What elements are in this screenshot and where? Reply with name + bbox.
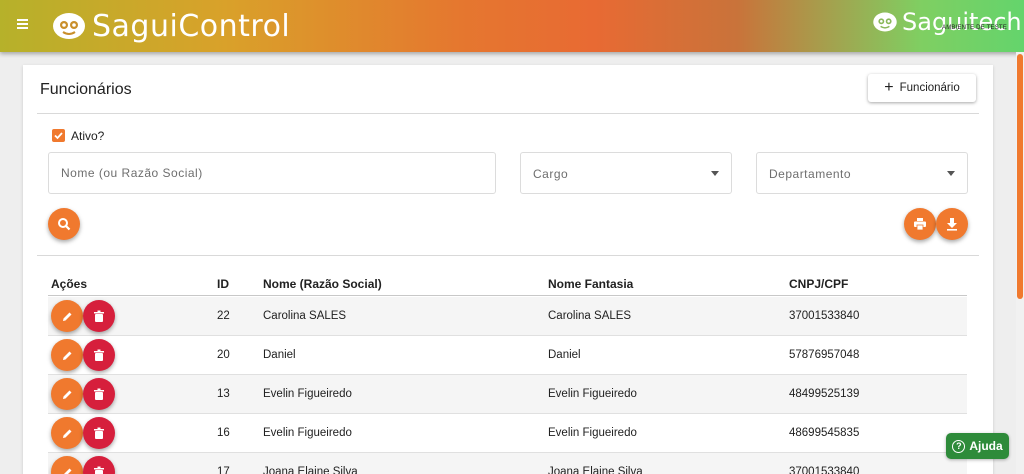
- cell-id: 17: [217, 466, 230, 474]
- add-employee-button[interactable]: + Funcionário: [868, 74, 976, 102]
- dropdown-arrow-icon: [711, 171, 719, 176]
- cell-cnpj: 37001533840: [789, 466, 860, 474]
- pencil-icon: [62, 429, 71, 438]
- table-header-divider: [48, 295, 967, 296]
- trash-icon: [94, 349, 104, 361]
- top-app-bar: SaguiControl Saguitech AMBIENTE DE TESTE: [0, 0, 1024, 52]
- cell-nome: Joana Elaine Silva: [263, 466, 358, 474]
- name-field[interactable]: [48, 152, 496, 194]
- pencil-icon: [62, 312, 71, 321]
- cell-nome: Evelin Figueiredo: [263, 388, 352, 400]
- cell-cnpj: 48699545835: [789, 427, 860, 439]
- help-label: Ajuda: [969, 439, 1003, 453]
- menu-icon[interactable]: [14, 17, 32, 35]
- trash-icon: [94, 427, 104, 439]
- table-row[interactable]: 17 Joana Elaine Silva Joana Elaine Silva…: [48, 453, 967, 474]
- help-button[interactable]: ? Ajuda: [946, 433, 1009, 459]
- column-header-fantasia[interactable]: Nome Fantasia: [548, 277, 633, 291]
- delete-button[interactable]: [83, 339, 115, 371]
- pencil-icon: [62, 351, 71, 360]
- column-header-cnpj[interactable]: CNPJ/CPF: [789, 277, 848, 291]
- departamento-select[interactable]: Departamento: [756, 152, 968, 194]
- pencil-icon: [62, 390, 71, 399]
- table-row[interactable]: 20 Daniel Daniel 57876957048: [48, 336, 967, 375]
- column-header-nome[interactable]: Nome (Razão Social): [263, 277, 382, 291]
- company-brand: Saguitech: [872, 8, 1022, 36]
- question-icon: ?: [952, 439, 966, 453]
- delete-button[interactable]: [83, 456, 115, 474]
- active-label: Ativo?: [71, 129, 105, 143]
- cell-cnpj: 37001533840: [789, 310, 860, 322]
- monkey-logo-icon: [873, 12, 897, 32]
- cargo-label: Cargo: [533, 167, 569, 181]
- delete-button[interactable]: [83, 300, 115, 332]
- cell-fantasia: Joana Elaine Silva: [548, 466, 643, 474]
- edit-button[interactable]: [51, 339, 83, 371]
- header-divider: [37, 113, 979, 114]
- environment-label: AMBIENTE DE TESTE: [942, 25, 1007, 31]
- table-row[interactable]: 16 Evelin Figueiredo Evelin Figueiredo 4…: [48, 414, 967, 453]
- cell-id: 20: [217, 349, 230, 361]
- company-name: Saguitech: [902, 8, 1022, 36]
- delete-button[interactable]: [83, 378, 115, 410]
- cell-fantasia: Evelin Figueiredo: [548, 388, 637, 400]
- departamento-label: Departamento: [769, 167, 852, 181]
- cargo-select[interactable]: Cargo: [520, 152, 732, 194]
- column-header-id[interactable]: ID: [217, 277, 229, 291]
- edit-button[interactable]: [51, 378, 83, 410]
- trash-icon: [94, 310, 104, 322]
- column-header-acoes[interactable]: Ações: [51, 277, 87, 291]
- add-employee-label: Funcionário: [899, 82, 960, 94]
- print-button[interactable]: [904, 208, 936, 240]
- cell-id: 13: [217, 388, 230, 400]
- active-checkbox[interactable]: [52, 129, 65, 142]
- cell-nome: Evelin Figueiredo: [263, 427, 352, 439]
- search-button[interactable]: [48, 208, 80, 240]
- plus-icon: +: [884, 79, 894, 96]
- table-row[interactable]: 13 Evelin Figueiredo Evelin Figueiredo 4…: [48, 375, 967, 414]
- cell-fantasia: Daniel: [548, 349, 581, 361]
- edit-button[interactable]: [51, 300, 83, 332]
- app-name: SaguiControl: [92, 8, 291, 44]
- cell-nome: Carolina SALES: [263, 310, 347, 322]
- monkey-logo-icon: [53, 13, 85, 39]
- filter-divider: [37, 255, 979, 256]
- search-icon: [58, 218, 71, 231]
- download-button[interactable]: [936, 208, 968, 240]
- edit-button[interactable]: [51, 417, 83, 449]
- cell-fantasia: Carolina SALES: [548, 310, 632, 322]
- trash-icon: [94, 466, 104, 474]
- page-title: Funcionários: [40, 81, 132, 98]
- cell-fantasia: Evelin Figueiredo: [548, 427, 637, 439]
- cell-id: 16: [217, 427, 230, 439]
- trash-icon: [94, 388, 104, 400]
- cell-cnpj: 48499525139: [789, 388, 860, 400]
- app-brand[interactable]: SaguiControl: [52, 8, 290, 44]
- printer-icon: [914, 218, 926, 231]
- download-icon: [947, 218, 957, 231]
- cell-nome: Daniel: [263, 349, 296, 361]
- edit-button[interactable]: [51, 456, 83, 474]
- name-input[interactable]: [49, 153, 495, 193]
- pencil-icon: [63, 468, 71, 474]
- delete-button[interactable]: [83, 417, 115, 449]
- table-row[interactable]: 22 Carolina SALES Carolina SALES 3700153…: [48, 297, 967, 336]
- dropdown-arrow-icon: [947, 171, 955, 176]
- scrollbar-thumb[interactable]: [1017, 54, 1023, 299]
- cell-id: 22: [217, 310, 230, 322]
- cell-cnpj: 57876957048: [789, 349, 860, 361]
- check-icon: [54, 132, 63, 140]
